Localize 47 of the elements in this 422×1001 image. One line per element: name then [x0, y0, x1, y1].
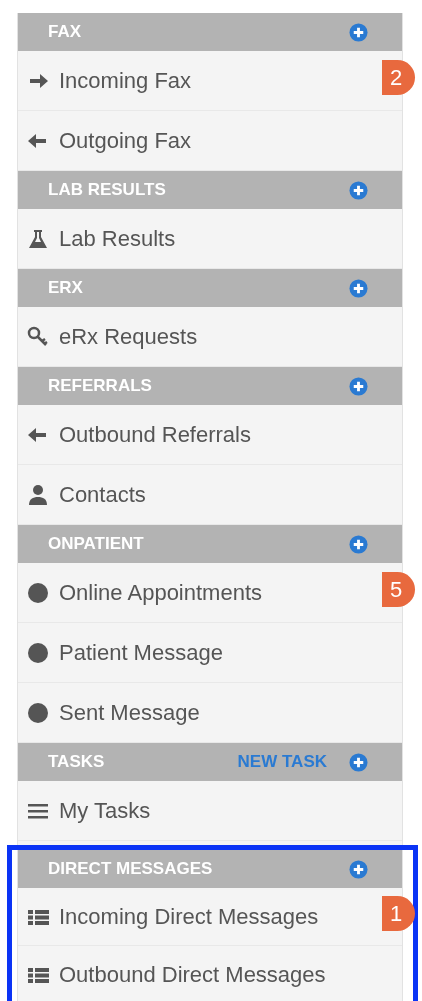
item-label: My Tasks — [59, 797, 151, 825]
item-label: Contacts — [59, 481, 146, 509]
circle-icon — [27, 581, 49, 604]
user-icon — [27, 483, 49, 506]
add-icon[interactable] — [349, 752, 368, 772]
nav-item[interactable]: Incoming Direct Messages — [18, 888, 382, 945]
add-icon[interactable] — [349, 376, 368, 396]
nav-item[interactable]: Outbound Referrals — [18, 405, 402, 464]
add-icon[interactable] — [349, 180, 368, 200]
nav-item[interactable]: Online Appointments — [18, 563, 382, 622]
flask-icon — [27, 227, 49, 250]
item-label: Patient Message — [59, 639, 223, 667]
item-label: Sent Message — [59, 699, 200, 727]
section-title: ONPATIENT — [48, 533, 144, 556]
nav-item[interactable]: Incoming Fax — [18, 51, 382, 110]
nav-item[interactable]: Patient Message — [18, 623, 402, 682]
add-icon[interactable] — [349, 22, 368, 42]
section-title: ERX — [48, 277, 83, 300]
item-label: Outbound Referrals — [59, 421, 251, 449]
item-label: Outgoing Fax — [59, 127, 192, 155]
item-label: Incoming Direct Messages — [59, 903, 319, 931]
nav-item[interactable]: Outgoing Fax — [18, 111, 402, 170]
nav-item[interactable]: Contacts — [18, 465, 402, 524]
count-badge: 5 — [382, 572, 415, 607]
item-label: eRx Requests — [59, 323, 198, 351]
circle-icon — [27, 701, 49, 724]
item-label: Lab Results — [59, 225, 176, 253]
add-icon[interactable] — [349, 859, 368, 879]
key-icon — [27, 325, 49, 348]
circle-icon — [27, 641, 49, 664]
section-title: LAB RESULTS — [48, 179, 166, 202]
section-title: TASKS — [48, 751, 105, 774]
add-icon[interactable] — [349, 278, 368, 298]
item-label: Incoming Fax — [59, 67, 192, 95]
count-badge: 2 — [382, 60, 415, 95]
nav-item[interactable]: eRx Requests — [18, 307, 402, 366]
item-label: Outbound Direct Messages — [59, 961, 326, 989]
nav-item[interactable]: My Tasks — [18, 781, 402, 840]
nav-item[interactable]: Outbound Direct Messages — [18, 946, 402, 1001]
section-title: FAX — [48, 21, 82, 44]
nav-item[interactable]: Lab Results — [18, 209, 402, 268]
add-icon[interactable] — [349, 534, 368, 554]
nav-item[interactable]: Sent Message — [18, 683, 402, 742]
section-title: REFERRALS — [48, 375, 152, 398]
item-label: Online Appointments — [59, 579, 263, 607]
section-title: DIRECT MESSAGES — [48, 858, 213, 881]
count-badge: 1 — [382, 896, 415, 931]
